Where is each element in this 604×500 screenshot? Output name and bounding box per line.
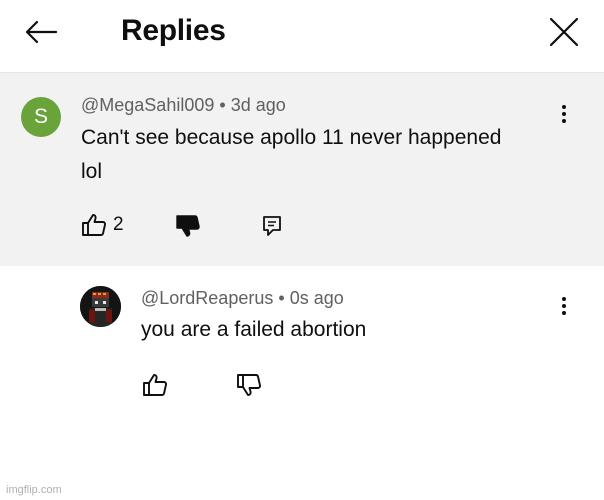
thumbs-up-icon (82, 214, 106, 236)
page-title: Replies (121, 14, 226, 47)
close-button[interactable] (544, 12, 584, 52)
arrow-left-icon (25, 20, 58, 44)
comment-age: 0s ago (289, 288, 344, 308)
dislike-button[interactable] (175, 214, 201, 238)
more-options-icon[interactable] (554, 99, 574, 129)
replies-header: Replies (0, 0, 604, 73)
watermark: imgflip.com (6, 484, 62, 496)
comment-username[interactable]: @LordReaperus (141, 288, 273, 308)
dislike-button[interactable] (236, 373, 262, 397)
comment-meta: @LordReaperus • 0s ago (141, 288, 344, 309)
close-icon (549, 17, 579, 47)
meta-separator: • (278, 288, 290, 308)
comment-icon (263, 216, 281, 236)
comment-text: you are a failed abortion (141, 318, 367, 341)
more-options-icon[interactable] (554, 291, 574, 321)
meta-separator: • (219, 95, 231, 115)
comment-text-line: Can't see because apollo 11 never happen… (81, 126, 502, 149)
avatar[interactable] (80, 286, 121, 327)
parent-comment: S @MegaSahil009 • 3d ago Can't see becau… (0, 73, 604, 266)
thumbs-down-filled-icon (176, 215, 200, 237)
comment-meta: @MegaSahil009 • 3d ago (81, 95, 286, 116)
comment-age: 3d ago (230, 95, 286, 115)
comment-username[interactable]: @MegaSahil009 (81, 95, 214, 115)
avatar-image (80, 286, 121, 327)
like-count: 2 (113, 214, 124, 235)
like-button[interactable] (142, 373, 168, 397)
comment-text-line: lol (81, 160, 103, 183)
like-button[interactable]: 2 (81, 213, 124, 237)
thumbs-up-icon (143, 374, 167, 396)
avatar[interactable]: S (21, 97, 61, 137)
comment-text: Can't see because apollo 11 never happen… (81, 121, 501, 189)
avatar-letter: S (33, 105, 48, 128)
thumbs-down-icon (237, 374, 261, 396)
reply-button[interactable] (262, 215, 282, 237)
back-button[interactable] (22, 14, 60, 50)
